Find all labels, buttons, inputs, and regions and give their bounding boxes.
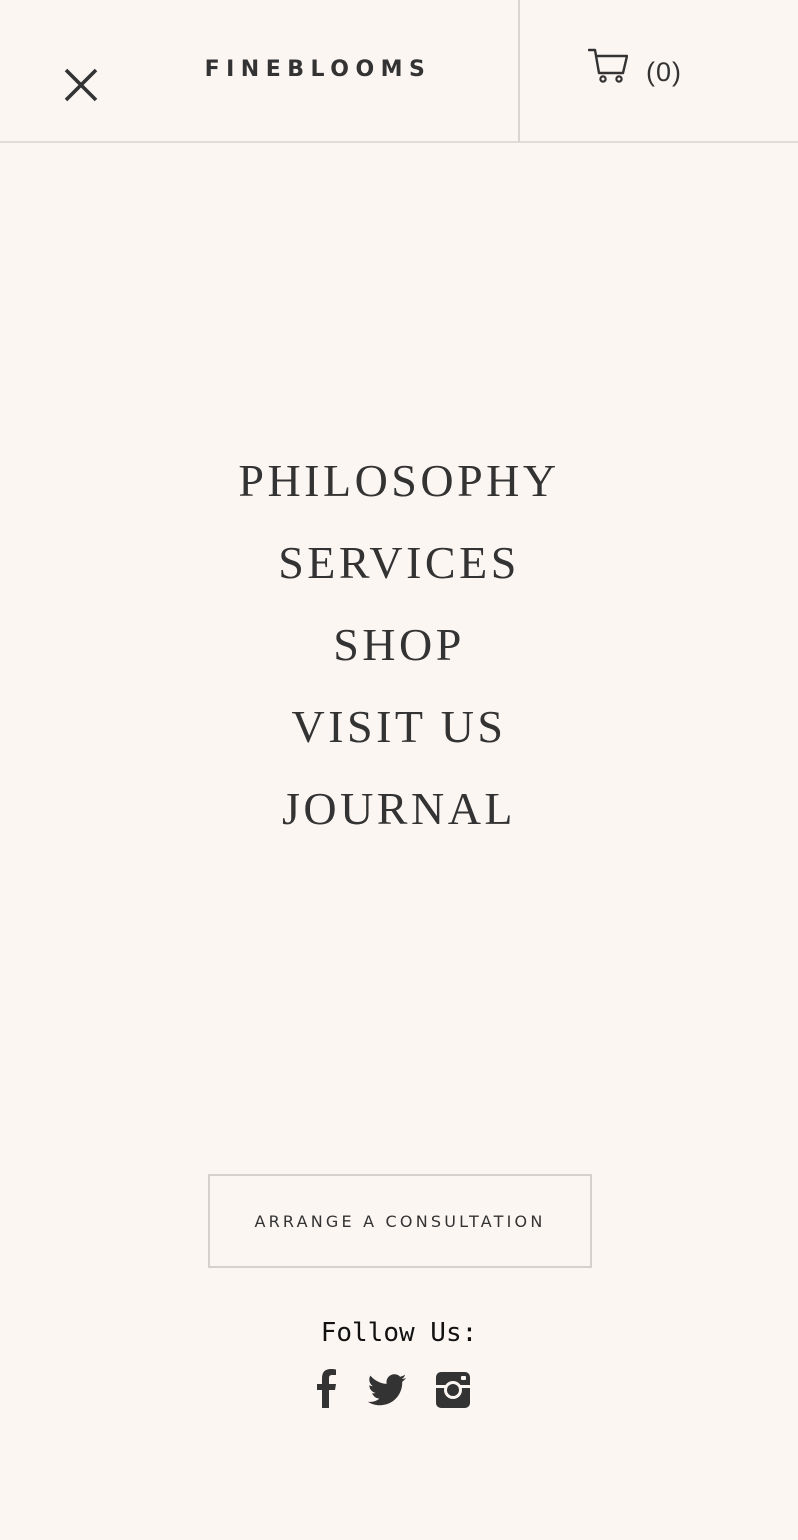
cart-count: (0) <box>646 57 682 87</box>
nav-item-services[interactable]: SERVICES <box>0 522 798 604</box>
follow-us-label: Follow Us: <box>320 1318 478 1348</box>
twitter-icon <box>367 1374 407 1406</box>
main-nav: PHILOSOPHY SERVICES SHOP VISIT US JOURNA… <box>0 440 798 850</box>
instagram-link[interactable] <box>434 1368 474 1412</box>
nav-item-shop[interactable]: SHOP <box>0 604 798 686</box>
close-icon <box>64 68 98 102</box>
twitter-link[interactable] <box>366 1368 408 1412</box>
instagram-icon <box>436 1372 470 1408</box>
nav-item-journal[interactable]: JOURNAL <box>0 768 798 850</box>
facebook-icon <box>317 1369 336 1408</box>
cart-button[interactable]: (0) <box>586 44 706 96</box>
cart-icon <box>588 48 628 83</box>
header-divider <box>518 0 520 142</box>
brand-logo[interactable]: FINEBLOOMS <box>140 54 490 86</box>
facebook-link[interactable] <box>314 1368 344 1412</box>
nav-item-visit-us[interactable]: VISIT US <box>0 686 798 768</box>
arrange-consultation-button[interactable]: ARRANGE A CONSULTATION <box>208 1174 592 1268</box>
site-header: FINEBLOOMS (0) <box>0 0 798 143</box>
nav-item-philosophy[interactable]: PHILOSOPHY <box>0 440 798 522</box>
close-menu-button[interactable] <box>56 60 104 108</box>
